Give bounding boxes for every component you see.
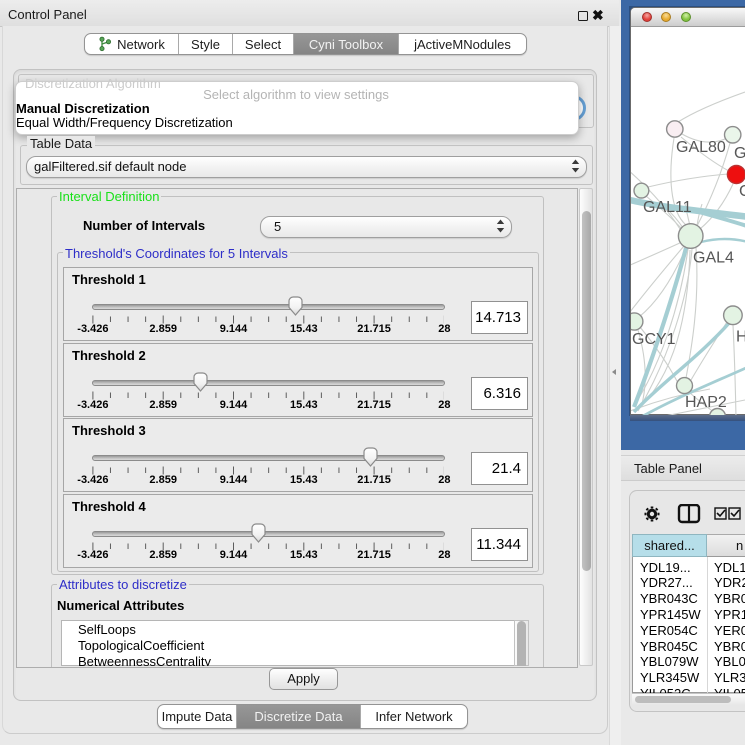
svg-text:GCY1: GCY1 <box>632 331 676 348</box>
svg-text:GAL4: GAL4 <box>693 250 734 267</box>
svg-text:GA: GA <box>734 145 745 162</box>
svg-text:C: C <box>739 183 745 200</box>
svg-text:GAL80: GAL80 <box>676 139 726 156</box>
svg-text:H: H <box>736 329 745 346</box>
svg-text:HAP2: HAP2 <box>685 394 727 411</box>
svg-text:GAL11: GAL11 <box>643 199 692 216</box>
